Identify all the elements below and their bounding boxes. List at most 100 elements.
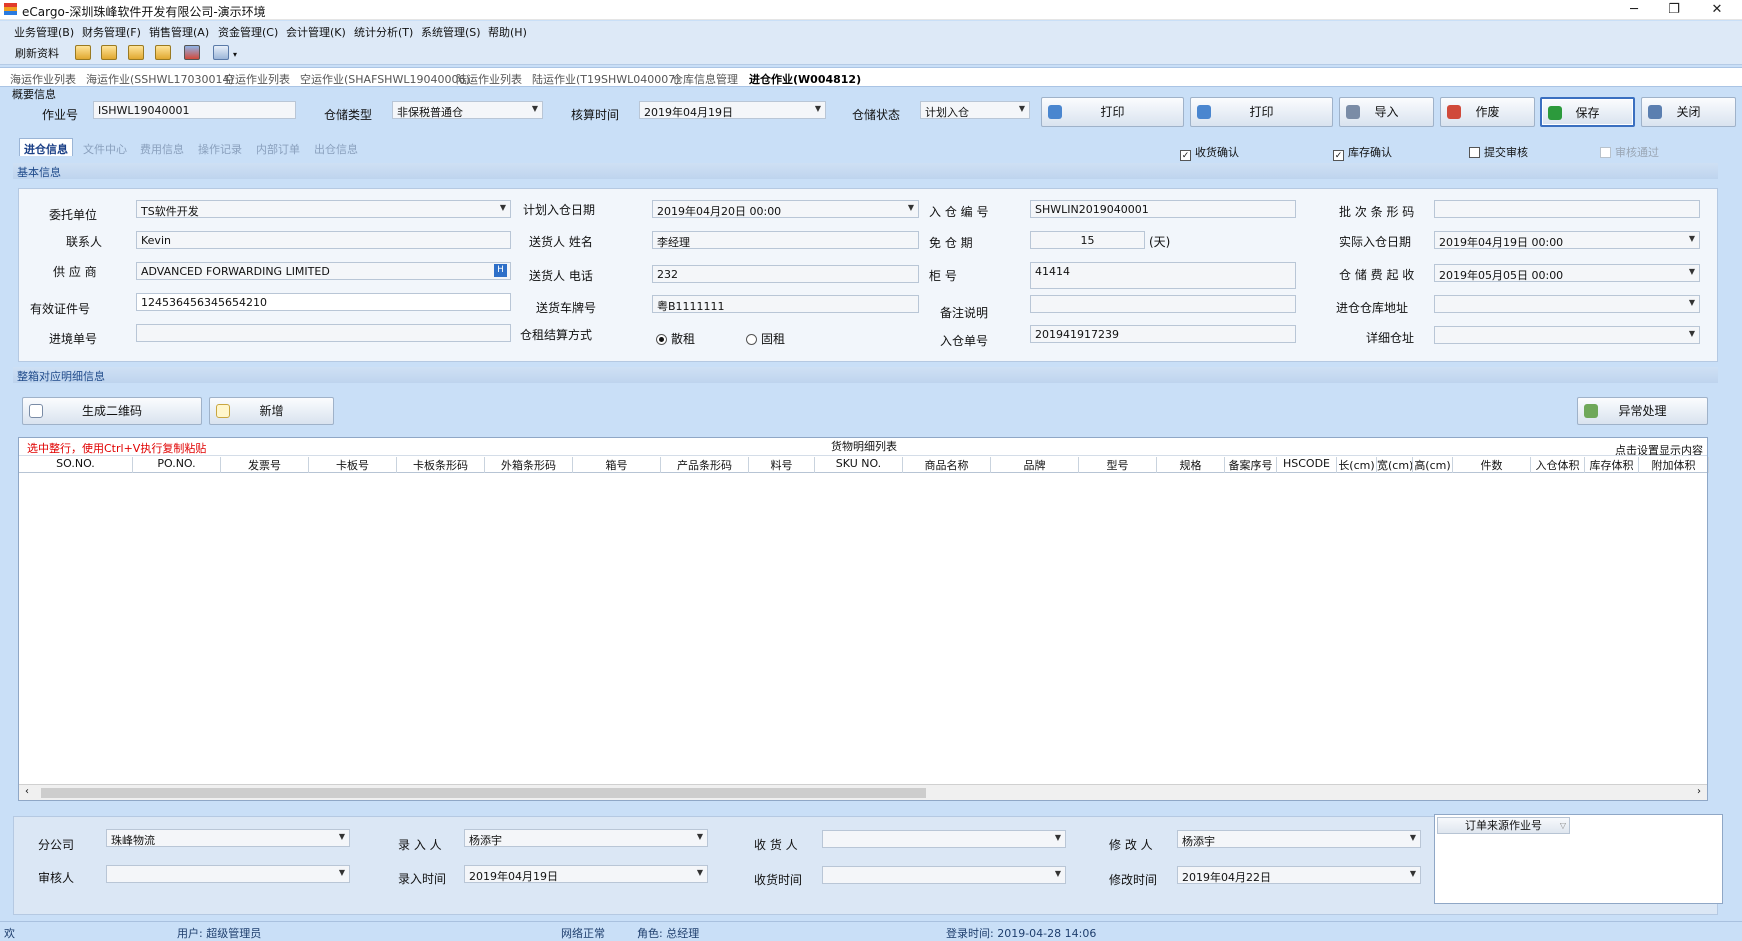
modifier-select[interactable]: 杨添宇 ▼ <box>1177 830 1421 848</box>
tab-warehouse-info[interactable]: 仓库信息管理 <box>672 71 738 87</box>
created-select[interactable]: 2019年04月19日 ▼ <box>464 865 708 883</box>
tab-air-job[interactable]: 空运作业(SHAFSHWL19040006) <box>300 71 470 87</box>
grid-column-header[interactable]: 长(cm) <box>1337 457 1377 473</box>
menu-funds[interactable]: 资金管理(C) <box>218 24 278 40</box>
tab-operation-log[interactable]: 操作记录 <box>194 139 246 157</box>
void-button[interactable]: 作废 <box>1440 97 1535 127</box>
grid-column-header[interactable]: 附加体积 <box>1639 457 1709 473</box>
fee-start-select[interactable]: 2019年05月05日 00:00 ▼ <box>1434 264 1700 282</box>
grid-column-header[interactable]: 入仓体积 <box>1531 457 1585 473</box>
scroll-right-icon[interactable]: › <box>1697 786 1701 797</box>
batch-barcode-field[interactable] <box>1434 200 1700 218</box>
grid-column-header[interactable]: HSCODE <box>1277 457 1337 473</box>
grid-column-header[interactable]: 备案序号 <box>1225 457 1277 473</box>
user-icon[interactable] <box>184 45 200 60</box>
source-job-header[interactable]: 订单来源作业号 ▽ <box>1437 817 1570 834</box>
grid-column-header[interactable]: SO.NO. <box>19 457 133 473</box>
free-period-field[interactable]: 15 <box>1030 231 1145 249</box>
grid-column-header[interactable]: 外箱条形码 <box>485 457 573 473</box>
scroll-left-icon[interactable]: ‹ <box>25 786 29 797</box>
grid-column-header[interactable]: 卡板号 <box>309 457 397 473</box>
source-job-list[interactable]: 订单来源作业号 ▽ <box>1434 814 1723 904</box>
grid-column-header[interactable]: 件数 <box>1453 457 1531 473</box>
tab-inbound-job[interactable]: 进仓作业(W004812) <box>749 71 861 87</box>
report-icon[interactable] <box>213 45 229 60</box>
branch-select[interactable]: 珠峰物流 ▼ <box>106 829 350 847</box>
submit-review-checkbox[interactable]: 提交审核 <box>1469 144 1528 160</box>
filter-icon[interactable]: ▽ <box>1560 818 1566 833</box>
grid-column-header[interactable]: SKU NO. <box>815 457 903 473</box>
generate-qr-button[interactable]: 生成二维码 <box>22 397 202 425</box>
exception-button[interactable]: 异常处理 <box>1577 397 1708 425</box>
add-button[interactable]: 新增 <box>209 397 334 425</box>
in-no-field[interactable]: SHWLIN2019040001 <box>1030 200 1296 218</box>
close-window-button[interactable]: ✕ <box>1694 0 1740 20</box>
tab-fee-info[interactable]: 费用信息 <box>136 139 188 157</box>
horizontal-scrollbar[interactable]: ‹ › <box>19 784 1707 800</box>
client-select[interactable]: TS软件开发 ▼ <box>136 200 511 218</box>
grid-column-header[interactable]: 规格 <box>1157 457 1225 473</box>
rent-scatter-radio[interactable]: 散租 <box>656 330 695 347</box>
cabinet-field[interactable]: 41414 <box>1030 262 1296 289</box>
toolbar-overflow-icon[interactable]: ▾ <box>233 50 237 59</box>
contact-field[interactable]: Kevin <box>136 231 511 249</box>
received-select[interactable]: ▼ <box>822 866 1066 884</box>
sender-field[interactable]: 李经理 <box>652 231 919 249</box>
grid-column-header[interactable]: 库存体积 <box>1585 457 1639 473</box>
tab-air-list[interactable]: 空运作业列表 <box>224 71 290 87</box>
lookup-icon[interactable]: H <box>494 264 507 277</box>
creator-select[interactable]: 杨添宇 ▼ <box>464 829 708 847</box>
print-button-2[interactable]: 打印 <box>1190 97 1333 127</box>
menu-business[interactable]: 业务管理(B) <box>14 24 74 40</box>
tab-file-center[interactable]: 文件中心 <box>79 139 131 157</box>
tab-land-job[interactable]: 陆运作业(T19SHWL040007) <box>532 71 680 87</box>
tab-inbound-info[interactable]: 进仓信息 <box>19 138 73 156</box>
menu-help[interactable]: 帮助(H) <box>488 24 527 40</box>
tab-sea-list[interactable]: 海运作业列表 <box>10 71 76 87</box>
grid-column-header[interactable]: PO.NO. <box>133 457 221 473</box>
job-no-field[interactable]: ISHWL19040001 <box>93 101 296 119</box>
tab-outbound-info[interactable]: 出仓信息 <box>310 139 362 157</box>
remark-field[interactable] <box>1030 295 1296 313</box>
scroll-thumb[interactable] <box>41 788 926 798</box>
actual-date-select[interactable]: 2019年04月19日 00:00 ▼ <box>1434 231 1700 249</box>
menu-system[interactable]: 系统管理(S) <box>421 24 481 40</box>
menu-sales[interactable]: 销售管理(A) <box>149 24 209 40</box>
modified-select[interactable]: 2019年04月22日 ▼ <box>1177 866 1421 884</box>
cert-field[interactable]: 124536456345654210 <box>136 293 511 311</box>
rent-fixed-radio[interactable]: 固租 <box>746 330 785 347</box>
print-button-1[interactable]: 打印 <box>1041 97 1184 127</box>
menu-accounting[interactable]: 会计管理(K) <box>286 24 346 40</box>
detail-address-select[interactable]: ▼ <box>1434 326 1700 344</box>
reviewer-select[interactable]: ▼ <box>106 865 350 883</box>
close-button[interactable]: 关闭 <box>1641 97 1736 127</box>
cargo-detail-grid[interactable]: 选中整行，使用Ctrl+V执行复制粘贴 货物明细列表 点击设置显示内容 SO.N… <box>18 437 1709 801</box>
grid-column-header[interactable]: 料号 <box>749 457 815 473</box>
save-button[interactable]: 保存 <box>1540 97 1635 127</box>
menu-statistics[interactable]: 统计分析(T) <box>354 24 413 40</box>
import-button[interactable]: 导入 <box>1339 97 1434 127</box>
grid-column-header[interactable]: 产品条形码 <box>661 457 749 473</box>
in-bill-field[interactable]: 201941917239 <box>1030 325 1296 343</box>
supplier-field[interactable]: ADVANCED FORWARDING LIMITED H <box>136 262 511 280</box>
restore-button[interactable]: ❐ <box>1651 0 1697 20</box>
tab-internal-order[interactable]: 内部订单 <box>252 139 304 157</box>
grid-column-header[interactable]: 宽(cm) <box>1377 457 1413 473</box>
receipt-confirm-checkbox[interactable]: ✓ 收货确认 <box>1180 144 1239 161</box>
folder-edit-icon[interactable] <box>128 45 144 60</box>
storage-status-select[interactable]: 计划入仓 ▼ <box>920 101 1030 119</box>
folder-move-icon[interactable] <box>155 45 171 60</box>
grid-column-header[interactable]: 品牌 <box>991 457 1079 473</box>
plate-field[interactable]: 粤B1111111 <box>652 295 919 313</box>
menu-finance[interactable]: 财务管理(F) <box>82 24 141 40</box>
tab-sea-job[interactable]: 海运作业(SSHWL17030014) <box>86 71 234 87</box>
grid-column-header[interactable]: 卡板条形码 <box>397 457 485 473</box>
sender-tel-field[interactable]: 232 <box>652 265 919 283</box>
wh-address-select[interactable]: ▼ <box>1434 295 1700 313</box>
grid-column-header[interactable]: 商品名称 <box>903 457 991 473</box>
calc-time-select[interactable]: 2019年04月19日 ▼ <box>639 101 826 119</box>
refresh-button[interactable]: 刷新资料 <box>15 45 59 61</box>
plan-date-select[interactable]: 2019年04月20日 00:00 ▼ <box>652 200 919 218</box>
grid-column-header[interactable]: 发票号 <box>221 457 309 473</box>
entry-no-field[interactable] <box>136 324 511 342</box>
